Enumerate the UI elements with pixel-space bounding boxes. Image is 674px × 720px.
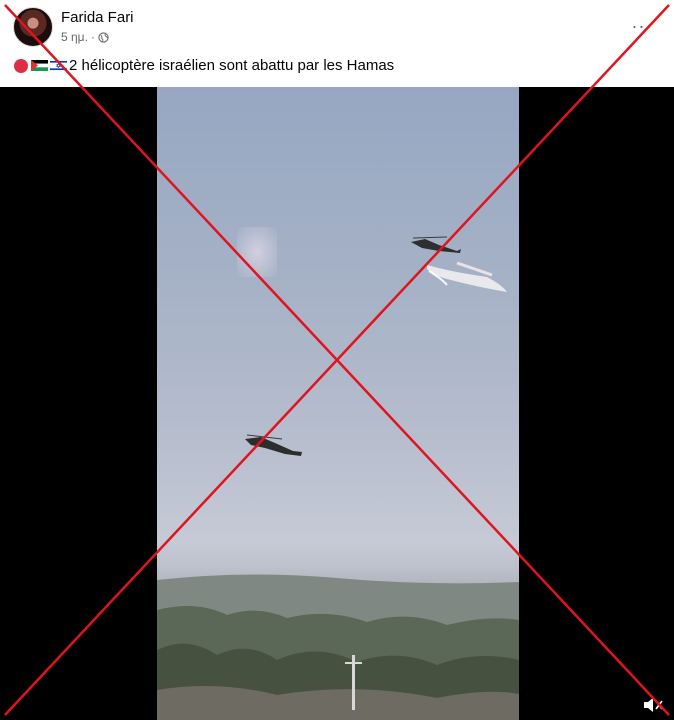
globe-icon [98,31,109,43]
israel-flag-emoji [50,60,67,71]
more-options-icon[interactable]: ··· [628,16,656,36]
flares [427,261,507,292]
helicopter-lower [245,434,302,456]
red-circle-emoji [14,58,28,73]
meta-separator: · [90,30,95,44]
post-caption: 2 hélicoptère israélien sont abattu par … [14,57,394,74]
helicopter-upper [411,236,461,253]
post-time[interactable]: 5 ημ. [61,30,88,44]
post-header: Farida Fari 5 ημ. · ··· [0,0,674,52]
helicopters [245,236,507,456]
palestine-flag-emoji [31,60,48,71]
author-name[interactable]: Farida Fari [61,9,134,26]
avatar[interactable] [13,7,53,47]
volume-icon[interactable] [642,696,664,714]
video-player[interactable] [0,87,674,720]
caption-text: 2 hélicoptère israélien sont abattu par … [69,57,395,74]
post-meta: 5 ημ. · [61,30,109,44]
video-frame [157,87,519,720]
